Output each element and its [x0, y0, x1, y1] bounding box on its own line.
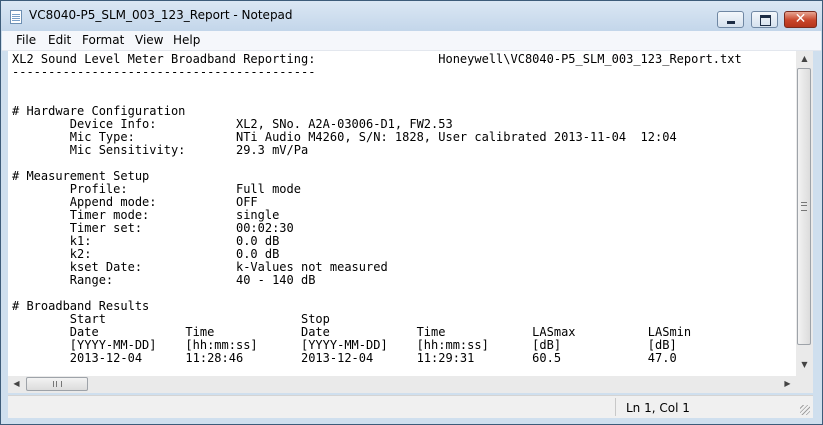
vertical-scroll-thumb[interactable] [797, 68, 811, 345]
notepad-window: VC8040-P5_SLM_003_123_Report - Notepad ✕… [0, 0, 823, 425]
scroll-left-icon[interactable]: ◀ [8, 379, 25, 388]
minimize-icon [727, 21, 735, 24]
vertical-scrollbar[interactable]: ▲ ▼ [796, 51, 813, 376]
menu-file[interactable]: File [16, 33, 36, 47]
menu-format[interactable]: Format [82, 33, 124, 47]
notepad-icon[interactable] [10, 10, 22, 24]
menu-help[interactable]: Help [173, 33, 200, 47]
scroll-down-icon[interactable]: ▼ [796, 360, 813, 369]
menu-edit[interactable]: Edit [48, 33, 71, 47]
scroll-up-icon[interactable]: ▲ [796, 54, 813, 63]
close-icon: ✕ [794, 11, 807, 27]
text-editor[interactable]: XL2 Sound Level Meter Broadband Reportin… [8, 51, 796, 376]
cursor-position: Ln 1, Col 1 [626, 401, 690, 415]
horizontal-scroll-thumb[interactable] [26, 377, 88, 391]
grip-icon [801, 202, 807, 211]
maximize-icon [760, 15, 771, 26]
scrollbar-corner [796, 376, 813, 393]
status-divider [615, 398, 616, 416]
scroll-right-icon[interactable]: ▶ [779, 379, 796, 388]
menu-bar: File Edit Format View Help [2, 31, 821, 51]
title-bar[interactable]: VC8040-P5_SLM_003_123_Report - Notepad ✕ [1, 1, 822, 31]
resize-grip-icon[interactable] [800, 405, 810, 415]
minimize-button[interactable] [717, 11, 744, 28]
grip-icon [53, 381, 62, 387]
maximize-button[interactable] [751, 11, 778, 28]
window-title: VC8040-P5_SLM_003_123_Report - Notepad [29, 8, 293, 22]
menu-view[interactable]: View [135, 33, 163, 47]
horizontal-scrollbar[interactable]: ◀ ▶ [8, 376, 796, 393]
close-button[interactable]: ✕ [784, 11, 817, 28]
status-bar: Ln 1, Col 1 [8, 395, 813, 418]
document-text[interactable]: XL2 Sound Level Meter Broadband Reportin… [12, 53, 742, 365]
